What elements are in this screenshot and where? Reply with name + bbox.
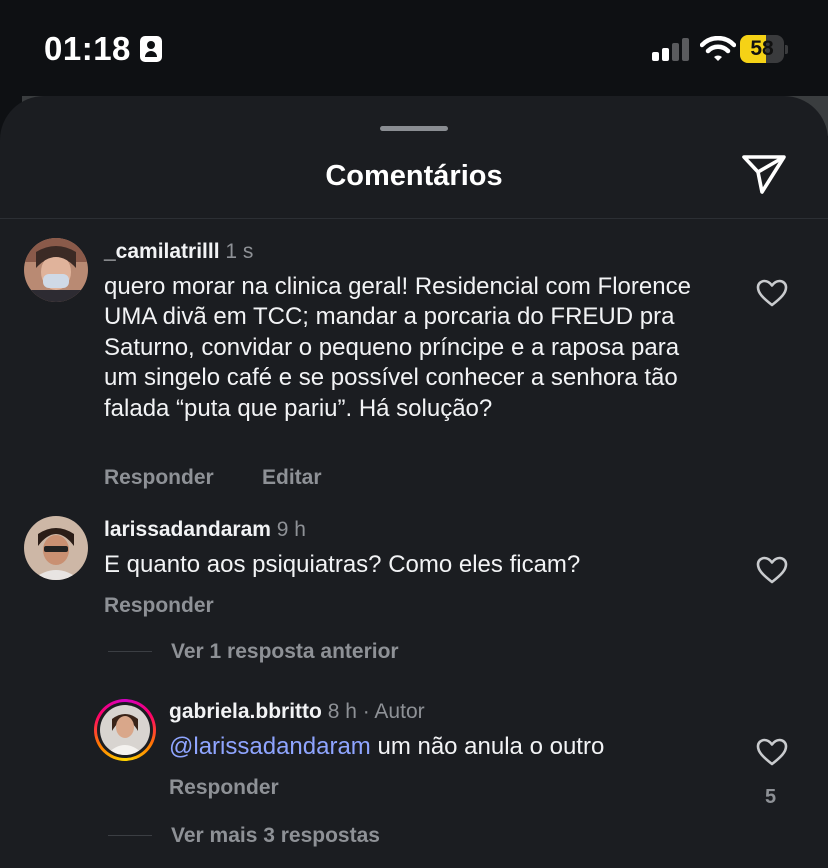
avatar[interactable] <box>100 705 150 755</box>
username-text[interactable]: larissadandaram <box>104 518 271 541</box>
battery-level: 58 <box>750 37 774 60</box>
comments-sheet: Comentários _camilatrilll 1 s quero mora… <box>0 96 828 868</box>
reply-text-body: um não anula o outro <box>370 733 605 760</box>
heart-outline-icon[interactable] <box>755 737 789 767</box>
comment-text: quero morar na clinica geral! Residencia… <box>104 273 691 422</box>
thread-line <box>108 835 152 836</box>
status-bar: 01:18 58 <box>0 0 828 96</box>
reply-button[interactable]: Responder <box>104 466 214 490</box>
thread-line <box>108 651 152 652</box>
heart-outline-icon[interactable] <box>755 278 789 308</box>
comment-time: 1 s <box>225 240 254 263</box>
signal-bar <box>662 48 669 61</box>
battery-icon: 58 <box>740 35 788 63</box>
sheet-title: Comentários <box>325 160 503 192</box>
comment-text: E quanto aos psiquiatras? Como eles fica… <box>104 551 581 578</box>
heart-outline-icon[interactable] <box>755 555 789 585</box>
reply-text: @larissadandaram um não anula o outro <box>169 732 729 762</box>
reply-button[interactable]: Responder <box>104 594 214 618</box>
username-text[interactable]: gabriela.bbritto <box>169 700 322 723</box>
cellular-signal-icon <box>652 37 692 61</box>
sheet-grabber[interactable] <box>380 126 448 131</box>
id-card-icon <box>140 36 162 62</box>
edit-button[interactable]: Editar <box>262 466 322 490</box>
avatar[interactable] <box>24 516 88 580</box>
header-divider <box>0 218 828 219</box>
avatar-story-ring[interactable] <box>94 699 156 761</box>
view-more-replies[interactable]: Ver mais 3 respostas <box>171 824 380 848</box>
reply-button[interactable]: Responder <box>169 776 279 800</box>
status-time: 01:18 <box>44 30 131 67</box>
avatar[interactable] <box>24 238 88 302</box>
view-previous-replies[interactable]: Ver 1 resposta anterior <box>171 640 399 664</box>
reply-time: 8 h <box>327 700 357 723</box>
mention-link[interactable]: @larissadandaram <box>169 733 371 760</box>
author-badge: · Autor <box>362 700 425 723</box>
like-count: 5 <box>765 786 777 808</box>
username-text[interactable]: _camilatrilll <box>104 240 220 263</box>
comment-username[interactable]: _camilatrilll 1 s <box>104 240 253 264</box>
paper-plane-icon[interactable] <box>740 152 788 196</box>
comment-username[interactable]: larissadandaram 9 h <box>104 518 306 542</box>
comment-time: 9 h <box>276 518 306 541</box>
reply-username[interactable]: gabriela.bbritto 8 h · Autor <box>169 700 425 724</box>
signal-bar <box>652 52 659 61</box>
signal-bar <box>682 38 689 61</box>
wifi-icon <box>700 36 736 61</box>
signal-bar <box>672 43 679 61</box>
